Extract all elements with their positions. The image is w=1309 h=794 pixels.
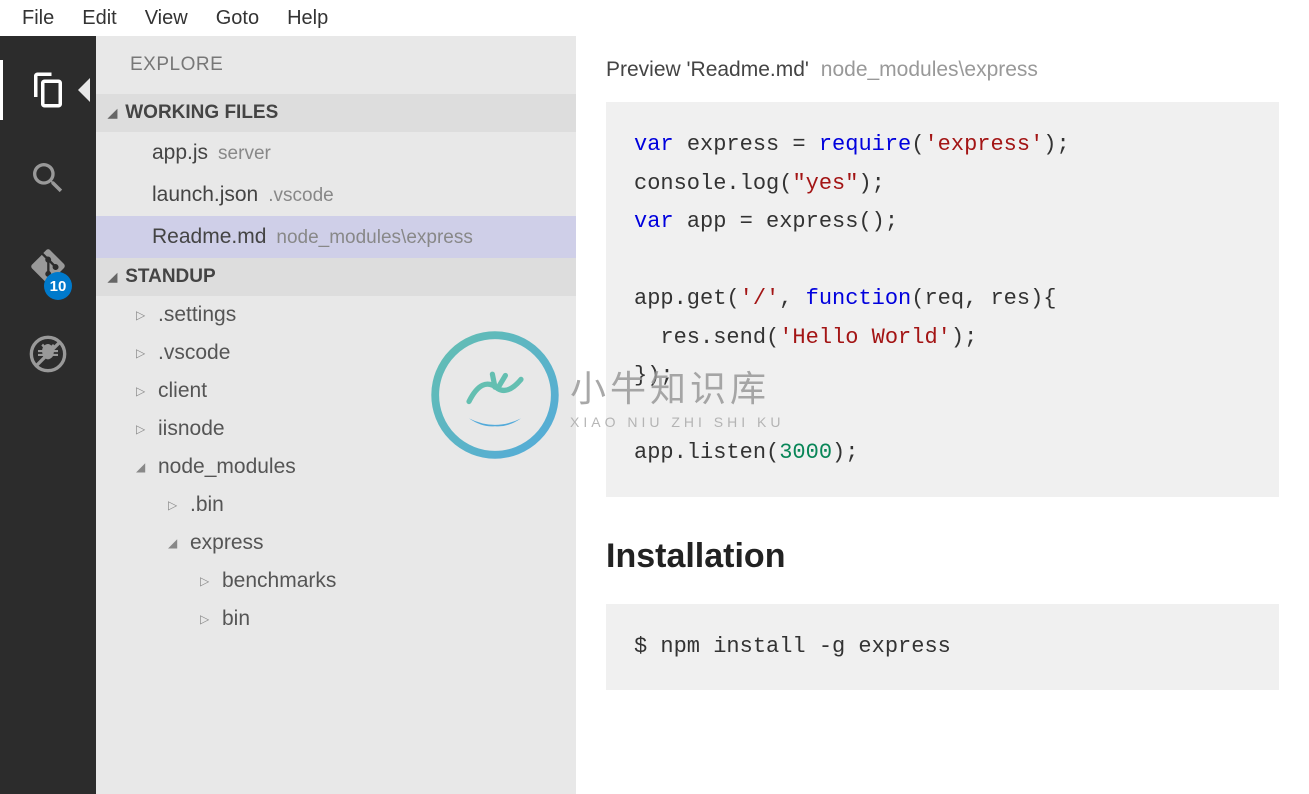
code-block: var express = require('express'); consol… xyxy=(606,102,1279,497)
chevron-down-icon: ◢ xyxy=(108,106,117,120)
tree-item[interactable]: ▷ .settings xyxy=(96,296,576,334)
chevron-right-icon: ▷ xyxy=(136,308,150,322)
chevron-right-icon: ▷ xyxy=(136,384,150,398)
menu-file[interactable]: File xyxy=(8,1,68,36)
working-files-header[interactable]: ◢ WORKING FILES xyxy=(96,94,576,132)
folder-name: node_modules xyxy=(158,455,296,479)
tree-item[interactable]: ▷ .bin xyxy=(96,486,576,524)
main-area: 10 EXPLORE ◢ WORKING FILES app.js server l… xyxy=(0,36,1309,794)
chevron-down-icon: ◢ xyxy=(168,536,182,550)
working-file-item[interactable]: Readme.md node_modules\express xyxy=(96,216,576,258)
working-files-label: WORKING FILES xyxy=(125,102,278,124)
folder-name: .vscode xyxy=(158,341,230,365)
install-command-block: $ npm install -g express xyxy=(606,604,1279,691)
file-name: launch.json xyxy=(152,183,258,207)
tree-item[interactable]: ▷ iisnode xyxy=(96,410,576,448)
tree-item[interactable]: ▷ .vscode xyxy=(96,334,576,372)
activity-arrow-icon xyxy=(78,78,90,102)
debug-activity[interactable] xyxy=(18,324,78,384)
file-path: .vscode xyxy=(268,185,333,207)
sidebar-title: EXPLORE xyxy=(96,36,576,94)
file-path: node_modules\express xyxy=(276,227,472,249)
file-path: server xyxy=(218,143,271,165)
activity-bar: 10 xyxy=(0,36,96,794)
menu-edit[interactable]: Edit xyxy=(68,1,130,36)
sidebar: EXPLORE ◢ WORKING FILES app.js server laun… xyxy=(96,36,576,794)
chevron-down-icon: ◢ xyxy=(108,270,117,284)
chevron-down-icon: ◢ xyxy=(136,460,150,474)
working-file-item[interactable]: app.js server xyxy=(96,132,576,174)
tree-item[interactable]: ▷ benchmarks xyxy=(96,562,576,600)
chevron-right-icon: ▷ xyxy=(136,346,150,360)
editor-pane: Preview 'Readme.md' node_modules\express… xyxy=(576,36,1309,794)
working-files-list: app.js server launch.json .vscodeReadme.md n… xyxy=(96,132,576,258)
standup-tree: ▷ .settings ▷ .vscode ▷ client ▷ iisnode ◢ node_m… xyxy=(96,296,576,638)
file-name: Readme.md xyxy=(152,225,266,249)
menu-help[interactable]: Help xyxy=(273,1,342,36)
chevron-right-icon: ▷ xyxy=(168,498,182,512)
tree-item[interactable]: ◢ node_modules xyxy=(96,448,576,486)
working-file-item[interactable]: launch.json .vscode xyxy=(96,174,576,216)
chevron-right-icon: ▷ xyxy=(200,574,214,588)
folder-name: .settings xyxy=(158,303,236,327)
chevron-right-icon: ▷ xyxy=(136,422,150,436)
file-name: app.js xyxy=(152,141,208,165)
folder-name: benchmarks xyxy=(222,569,336,593)
menu-goto[interactable]: Goto xyxy=(202,1,273,36)
explorer-activity[interactable] xyxy=(18,60,78,120)
folder-name: express xyxy=(190,531,264,555)
folder-name: bin xyxy=(222,607,250,631)
folder-name: iisnode xyxy=(158,417,225,441)
chevron-right-icon: ▷ xyxy=(200,612,214,626)
tab-title: Preview 'Readme.md' xyxy=(606,58,809,81)
folder-name: client xyxy=(158,379,207,403)
menu-view[interactable]: View xyxy=(131,1,202,36)
tree-item[interactable]: ◢ express xyxy=(96,524,576,562)
tree-item[interactable]: ▷ bin xyxy=(96,600,576,638)
files-icon xyxy=(27,69,69,111)
menubar: FileEditViewGotoHelp xyxy=(0,0,1309,36)
tree-item[interactable]: ▷ client xyxy=(96,372,576,410)
installation-heading: Installation xyxy=(606,537,1279,576)
tab-path: node_modules\express xyxy=(821,58,1038,81)
git-badge: 10 xyxy=(44,272,72,300)
bug-disabled-icon xyxy=(28,334,68,374)
standup-label: STANDUP xyxy=(125,266,215,288)
git-activity[interactable]: 10 xyxy=(18,236,78,296)
editor-tab[interactable]: Preview 'Readme.md' node_modules\express xyxy=(606,58,1279,82)
search-activity[interactable] xyxy=(18,148,78,208)
folder-name: .bin xyxy=(190,493,224,517)
standup-header[interactable]: ◢ STANDUP xyxy=(96,258,576,296)
search-icon xyxy=(28,158,68,198)
